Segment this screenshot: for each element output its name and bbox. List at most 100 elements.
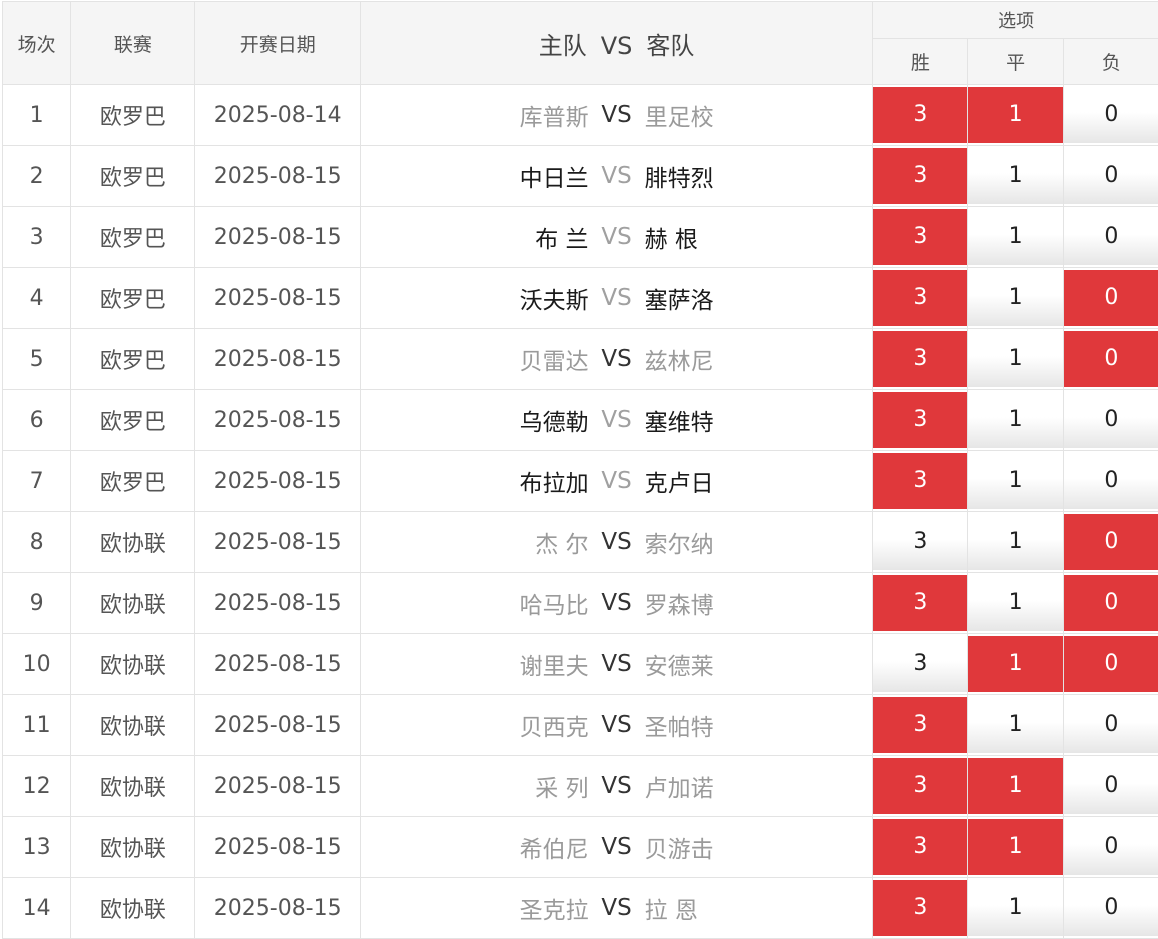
league-name: 欧协联 [71, 573, 195, 634]
option-win-button[interactable]: 3 [873, 331, 967, 387]
home-team: 采 列 [419, 769, 589, 803]
option-win-button[interactable]: 3 [873, 758, 967, 814]
option-win-button[interactable]: 3 [873, 270, 967, 326]
option-draw-button[interactable]: 1 [968, 392, 1062, 448]
option-win-button[interactable]: 3 [873, 880, 967, 936]
option-lose-button[interactable]: 0 [1064, 819, 1158, 875]
option-lose-button[interactable]: 0 [1064, 392, 1158, 448]
table-row: 2欧罗巴2025-08-15中日兰VS腓特烈310 [3, 146, 1158, 207]
option-lose-cell: 0 [1063, 817, 1158, 878]
option-win-button[interactable]: 3 [873, 392, 967, 448]
option-draw-cell: 1 [968, 85, 1063, 146]
option-win-button[interactable]: 3 [873, 453, 967, 509]
option-draw-button[interactable]: 1 [968, 148, 1062, 204]
option-win-button[interactable]: 3 [873, 697, 967, 753]
match-teams: 谢里夫VS安德莱 [360, 634, 872, 695]
match-date: 2025-08-15 [195, 390, 360, 451]
option-win-button[interactable]: 3 [873, 819, 967, 875]
option-lose-cell: 0 [1063, 207, 1158, 268]
vs-label: VS [589, 102, 645, 128]
option-lose-button[interactable]: 0 [1064, 453, 1158, 509]
option-draw-button[interactable]: 1 [968, 636, 1062, 692]
option-lose-button[interactable]: 0 [1064, 575, 1158, 631]
league-name: 欧罗巴 [71, 451, 195, 512]
vs-label: VS [589, 773, 645, 799]
vs-label: VS [589, 712, 645, 738]
option-lose-button[interactable]: 0 [1064, 758, 1158, 814]
header-home: 主队 [539, 32, 587, 60]
away-team: 兹林尼 [645, 342, 815, 376]
option-draw-button[interactable]: 1 [968, 87, 1062, 143]
table-row: 11欧协联2025-08-15贝西克VS圣帕特310 [3, 695, 1158, 756]
option-win-cell: 3 [873, 512, 968, 573]
table-row: 8欧协联2025-08-15杰 尔VS索尔纳310 [3, 512, 1158, 573]
match-date: 2025-08-14 [195, 85, 360, 146]
table-row: 5欧罗巴2025-08-15贝雷达VS兹林尼310 [3, 329, 1158, 390]
match-teams-row: 哈马比VS罗森博 [361, 586, 872, 620]
match-teams: 布拉加VS克卢日 [360, 451, 872, 512]
option-draw-cell: 1 [968, 390, 1063, 451]
home-team: 沃夫斯 [419, 281, 589, 315]
option-win-button[interactable]: 3 [873, 636, 967, 692]
option-lose-button[interactable]: 0 [1064, 87, 1158, 143]
option-lose-button[interactable]: 0 [1064, 331, 1158, 387]
option-lose-button[interactable]: 0 [1064, 270, 1158, 326]
option-win-button[interactable]: 3 [873, 87, 967, 143]
match-number: 2 [3, 146, 71, 207]
option-draw-cell: 1 [968, 573, 1063, 634]
option-lose-button[interactable]: 0 [1064, 880, 1158, 936]
table-row: 4欧罗巴2025-08-15沃夫斯VS塞萨洛310 [3, 268, 1158, 329]
option-draw-button[interactable]: 1 [968, 575, 1062, 631]
home-team: 贝西克 [419, 708, 589, 742]
header-draw: 平 [968, 39, 1063, 85]
match-number: 7 [3, 451, 71, 512]
option-draw-button[interactable]: 1 [968, 331, 1062, 387]
option-win-button[interactable]: 3 [873, 514, 967, 570]
match-teams-row: 贝雷达VS兹林尼 [361, 342, 872, 376]
match-number: 6 [3, 390, 71, 451]
option-win-button[interactable]: 3 [873, 575, 967, 631]
option-draw-button[interactable]: 1 [968, 758, 1062, 814]
match-date: 2025-08-15 [195, 878, 360, 939]
match-date: 2025-08-15 [195, 512, 360, 573]
option-draw-button[interactable]: 1 [968, 209, 1062, 265]
option-lose-button[interactable]: 0 [1064, 209, 1158, 265]
header-win: 胜 [873, 39, 968, 85]
away-team: 贝游击 [645, 830, 815, 864]
option-lose-button[interactable]: 0 [1064, 636, 1158, 692]
match-date: 2025-08-15 [195, 573, 360, 634]
league-name: 欧协联 [71, 817, 195, 878]
option-lose-button[interactable]: 0 [1064, 514, 1158, 570]
option-lose-button[interactable]: 0 [1064, 148, 1158, 204]
option-draw-button[interactable]: 1 [968, 880, 1062, 936]
option-draw-button[interactable]: 1 [968, 697, 1062, 753]
header-league: 联赛 [71, 2, 195, 85]
match-teams-row: 谢里夫VS安德莱 [361, 647, 872, 681]
vs-label: VS [589, 590, 645, 616]
match-date: 2025-08-15 [195, 756, 360, 817]
option-lose-cell: 0 [1063, 268, 1158, 329]
match-teams: 贝雷达VS兹林尼 [360, 329, 872, 390]
option-draw-cell: 1 [968, 817, 1063, 878]
table-header: 场次 联赛 开赛日期 主队VS客队 选项 胜 平 负 [3, 2, 1158, 85]
option-win-button[interactable]: 3 [873, 148, 967, 204]
option-win-cell: 3 [873, 817, 968, 878]
option-draw-button[interactable]: 1 [968, 453, 1062, 509]
match-teams-row: 中日兰VS腓特烈 [361, 159, 872, 193]
match-number: 12 [3, 756, 71, 817]
header-no: 场次 [3, 2, 71, 85]
option-draw-cell: 1 [968, 207, 1063, 268]
away-team: 圣帕特 [645, 708, 815, 742]
option-win-button[interactable]: 3 [873, 209, 967, 265]
table-row: 1欧罗巴2025-08-14库普斯VS里足校310 [3, 85, 1158, 146]
option-draw-button[interactable]: 1 [968, 514, 1062, 570]
option-draw-button[interactable]: 1 [968, 270, 1062, 326]
league-name: 欧罗巴 [71, 329, 195, 390]
option-lose-button[interactable]: 0 [1064, 697, 1158, 753]
option-win-cell: 3 [873, 695, 968, 756]
option-draw-cell: 1 [968, 695, 1063, 756]
match-teams: 采 列VS卢加诺 [360, 756, 872, 817]
home-team: 哈马比 [419, 586, 589, 620]
table-row: 13欧协联2025-08-15希伯尼VS贝游击310 [3, 817, 1158, 878]
option-draw-button[interactable]: 1 [968, 819, 1062, 875]
